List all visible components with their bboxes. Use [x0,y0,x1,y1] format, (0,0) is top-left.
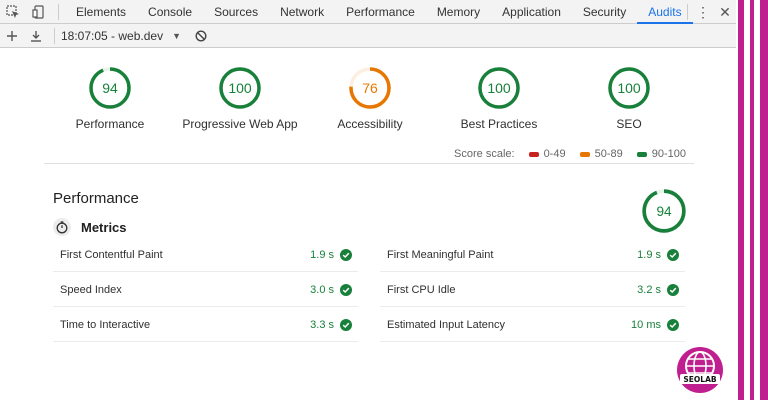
svg-text:100: 100 [617,80,641,96]
swatch-green [636,151,647,157]
metric-name: Time to Interactive [60,318,151,331]
metric-value: 10 ms [631,318,661,331]
seolab-logo: SEOLAB [676,346,724,394]
metric-value: 3.0 s [310,283,334,296]
swatch-orange [579,151,590,157]
gauge-label: Best Practices [460,117,538,131]
svg-text:94: 94 [102,80,118,96]
score-scale-label: Score scale: [454,148,515,160]
metrics-header: Metrics [53,218,127,236]
section-title: Performance [53,190,139,207]
tab-security[interactable]: Security [572,0,637,24]
score-scale-range-label: 50-89 [594,148,623,160]
gauge-label: SEO [616,117,642,131]
metric-value: 3.2 s [637,283,661,296]
performance-score: 94 [656,204,672,219]
score-gauge: 100 [219,67,261,109]
metric-value: 3.3 s [310,318,334,331]
toolbar-separator [54,27,55,44]
check-circle-icon [340,283,352,296]
check-circle-icon [667,318,679,331]
download-icon[interactable] [24,24,48,48]
metric-row: Speed Index 3.0 s [53,273,358,307]
close-icon[interactable]: ✕ [714,0,736,24]
tab-application[interactable]: Application [491,0,572,24]
metric-name: Estimated Input Latency [387,318,506,331]
category-gauges: 94 Performance 100 Progressive Web App 7… [44,66,694,136]
more-options-icon[interactable]: ⋮ [692,0,714,24]
metric-name: First Contentful Paint [60,248,163,261]
score-scale-range: 90-100 [636,148,686,160]
score-scale-range-label: 90-100 [651,148,686,160]
gauge-label: Progressive Web App [182,117,298,131]
score-gauge: 94 [89,67,131,109]
score-gauge: 100 [478,67,520,109]
check-circle-icon [340,318,352,331]
report-select[interactable]: 18:07:05 - web.dev ▼ [61,29,189,43]
svg-text:100: 100 [228,80,252,96]
report-select-label: 18:07:05 - web.dev [61,28,164,43]
gauge-progressive-web-app[interactable]: 100 Progressive Web App [170,66,310,131]
metric-name: Speed Index [60,283,122,296]
gauge-label: Accessibility [337,117,403,131]
check-circle-icon [667,248,679,261]
toolbar-separator [58,3,59,20]
metric-name: First Meaningful Paint [387,248,494,261]
gauge-accessibility[interactable]: 76 Accessibility [300,66,440,131]
tab-memory[interactable]: Memory [426,0,491,24]
inspect-element-icon[interactable] [0,0,26,24]
metric-row: First CPU Idle 3.2 s [380,273,685,307]
audit-report: 94 Performance 100 Progressive Web App 7… [0,48,736,400]
performance-score-gauge: 94 [641,188,687,239]
magenta-bar [738,0,744,400]
swatch-red [528,151,539,157]
logo-text: SEOLAB [683,375,716,384]
gauge-label: Performance [75,117,145,131]
clear-icon[interactable] [189,24,213,48]
divider [44,163,694,164]
device-toolbar-icon[interactable] [26,0,52,24]
stopwatch-icon [53,218,71,236]
toolbar-separator [687,4,688,20]
add-icon[interactable] [0,24,24,48]
magenta-bar [760,0,768,400]
score-gauge: 76 [349,67,391,109]
devtools-tab-bar: Elements Console Sources Network Perform… [0,0,736,24]
audits-toolbar: 18:07:05 - web.dev ▼ [0,24,736,48]
score-scale-range-label: 0-49 [543,148,566,160]
metric-value: 1.9 s [310,248,334,261]
metric-row: First Contentful Paint 1.9 s [53,238,358,272]
score-gauge: 100 [608,67,650,109]
metric-row: Time to Interactive 3.3 s [53,308,358,342]
tab-network[interactable]: Network [269,0,335,24]
metric-row: Estimated Input Latency 10 ms [380,308,685,342]
svg-text:76: 76 [362,80,378,96]
metric-row: First Meaningful Paint 1.9 s [380,238,685,272]
score-scale: Score scale: 0-49 50-89 90-100 [454,148,686,160]
gauge-seo[interactable]: 100 SEO [559,66,699,131]
check-circle-icon [667,283,679,296]
score-scale-range: 0-49 [528,148,566,160]
score-gauge: 94 [642,189,686,233]
tab-console[interactable]: Console [137,0,203,24]
tab-sources[interactable]: Sources [203,0,269,24]
check-circle-icon [340,248,352,261]
score-scale-range: 50-89 [579,148,623,160]
gauge-performance[interactable]: 94 Performance [40,66,180,131]
metric-value: 1.9 s [637,248,661,261]
magenta-bar [750,0,754,400]
caret-down-icon: ▼ [172,30,181,41]
decorative-side-strip [736,0,768,400]
metric-name: First CPU Idle [387,283,456,296]
tab-performance[interactable]: Performance [335,0,426,24]
gauge-best-practices[interactable]: 100 Best Practices [429,66,569,131]
tab-elements[interactable]: Elements [65,0,137,24]
metrics-title: Metrics [81,219,127,235]
svg-text:100: 100 [487,80,511,96]
